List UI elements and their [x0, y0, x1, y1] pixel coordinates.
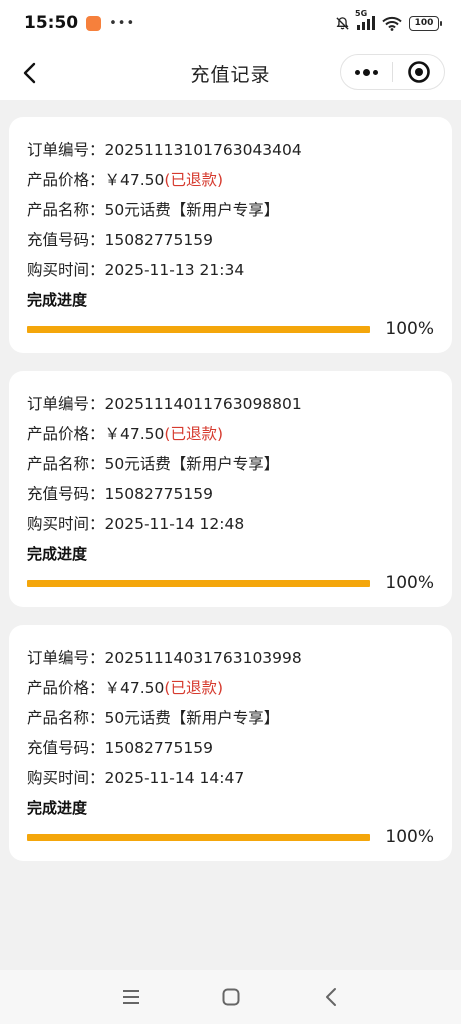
- phone-value: 15082775159: [104, 739, 213, 757]
- wifi-icon: [382, 16, 402, 31]
- purchase-time-value: 2025-11-14 14:47: [104, 769, 245, 787]
- progress-bar: [27, 579, 370, 587]
- home-icon: [222, 988, 239, 1006]
- product-value: 50元话费【新用户专享】: [104, 455, 280, 473]
- more-notifications-icon: •••: [109, 15, 136, 31]
- order-card[interactable]: 订单编号：20251113101763043404 产品价格：￥47.50(已退…: [9, 117, 452, 353]
- phone-label: 充值号码：: [27, 231, 105, 249]
- refund-status: (已退款): [164, 425, 223, 443]
- price-value: ￥47.50: [104, 425, 165, 443]
- price-row: 产品价格：￥47.50(已退款): [27, 165, 434, 195]
- menu-button[interactable]: [81, 970, 181, 1024]
- progress-row: 100%: [27, 568, 434, 598]
- menu-icon: [122, 990, 139, 1004]
- system-nav-bar: [0, 970, 461, 1024]
- system-back-button[interactable]: [281, 970, 381, 1024]
- progress-fill: [27, 833, 370, 841]
- purchase-time-label: 购买时间：: [27, 515, 105, 533]
- page-title: 充值记录: [190, 63, 271, 86]
- order-number-row: 订单编号：20251114011763098801: [27, 389, 434, 419]
- price-value: ￥47.50: [104, 171, 165, 189]
- purchase-time-row: 购买时间：2025-11-13 21:34: [27, 255, 434, 285]
- order-number-value: 20251113101763043404: [104, 141, 302, 159]
- product-label: 产品名称：: [27, 455, 105, 473]
- order-number-label: 订单编号：: [27, 141, 105, 159]
- phone-label: 充值号码：: [27, 485, 105, 503]
- signal-icon: 5G: [355, 9, 375, 30]
- product-row: 产品名称：50元话费【新用户专享】: [27, 195, 434, 225]
- progress-bar: [27, 325, 370, 333]
- progress-fill: [27, 579, 370, 587]
- phone-label: 充值号码：: [27, 739, 105, 757]
- price-row: 产品价格：￥47.50(已退款): [27, 419, 434, 449]
- home-button[interactable]: [181, 970, 281, 1024]
- phone-value: 15082775159: [104, 485, 213, 503]
- product-row: 产品名称：50元话费【新用户专享】: [27, 449, 434, 479]
- progress-title: 完成进度: [27, 799, 88, 817]
- status-bar: 15:50 ••• 5G 100: [0, 0, 461, 46]
- price-value: ￥47.50: [104, 679, 165, 697]
- progress-percent: 100%: [385, 573, 434, 593]
- network-type: 5G: [355, 9, 368, 18]
- back-icon: [325, 988, 336, 1006]
- price-label: 产品价格：: [27, 679, 105, 697]
- close-target-icon: [407, 61, 430, 83]
- progress-bar: [27, 833, 370, 841]
- order-number-label: 订单编号：: [27, 395, 105, 413]
- app-notification-icon: [86, 15, 102, 31]
- more-dots-icon: [355, 68, 378, 76]
- status-time: 15:50: [24, 13, 79, 33]
- product-value: 50元话费【新用户专享】: [104, 709, 280, 727]
- phone-row: 充值号码：15082775159: [27, 225, 434, 255]
- phone-row: 充值号码：15082775159: [27, 733, 434, 763]
- nav-bar: 充值记录: [0, 46, 461, 100]
- product-label: 产品名称：: [27, 201, 105, 219]
- progress-percent: 100%: [385, 319, 434, 339]
- mute-bell-icon: [336, 16, 349, 30]
- mini-program-capsule: [340, 54, 445, 90]
- order-number-row: 订单编号：20251113101763043404: [27, 135, 434, 165]
- battery-icon: 100: [409, 15, 442, 31]
- close-button[interactable]: [393, 55, 444, 89]
- order-number-row: 订单编号：20251114031763103998: [27, 643, 434, 673]
- purchase-time-label: 购买时间：: [27, 261, 105, 279]
- progress-title: 完成进度: [27, 545, 88, 563]
- purchase-time-value: 2025-11-14 12:48: [104, 515, 245, 533]
- more-button[interactable]: [341, 55, 392, 89]
- order-list: 订单编号：20251113101763043404 产品价格：￥47.50(已退…: [9, 117, 452, 879]
- progress-fill: [27, 325, 370, 333]
- status-right: 5G 100: [335, 9, 442, 31]
- product-value: 50元话费【新用户专享】: [104, 201, 280, 219]
- back-arrow-icon: [23, 62, 36, 84]
- purchase-time-row: 购买时间：2025-11-14 12:48: [27, 509, 434, 539]
- order-card[interactable]: 订单编号：20251114011763098801 产品价格：￥47.50(已退…: [9, 371, 452, 607]
- order-number-label: 订单编号：: [27, 649, 105, 667]
- price-row: 产品价格：￥47.50(已退款): [27, 673, 434, 703]
- purchase-time-label: 购买时间：: [27, 769, 105, 787]
- status-left: 15:50 •••: [24, 13, 135, 33]
- refund-status: (已退款): [164, 171, 223, 189]
- order-number-value: 20251114031763103998: [104, 649, 302, 667]
- price-label: 产品价格：: [27, 171, 105, 189]
- purchase-time-row: 购买时间：2025-11-14 14:47: [27, 763, 434, 793]
- order-card[interactable]: 订单编号：20251114031763103998 产品价格：￥47.50(已退…: [9, 625, 452, 861]
- progress-title: 完成进度: [27, 291, 88, 309]
- phone-value: 15082775159: [104, 231, 213, 249]
- order-number-value: 20251114011763098801: [104, 395, 302, 413]
- progress-row: 100%: [27, 314, 434, 344]
- progress-percent: 100%: [385, 827, 434, 847]
- product-label: 产品名称：: [27, 709, 105, 727]
- product-row: 产品名称：50元话费【新用户专享】: [27, 703, 434, 733]
- phone-row: 充值号码：15082775159: [27, 479, 434, 509]
- progress-row: 100%: [27, 822, 434, 852]
- purchase-time-value: 2025-11-13 21:34: [104, 261, 245, 279]
- back-button[interactable]: [12, 56, 46, 90]
- refund-status: (已退款): [164, 679, 223, 697]
- price-label: 产品价格：: [27, 425, 105, 443]
